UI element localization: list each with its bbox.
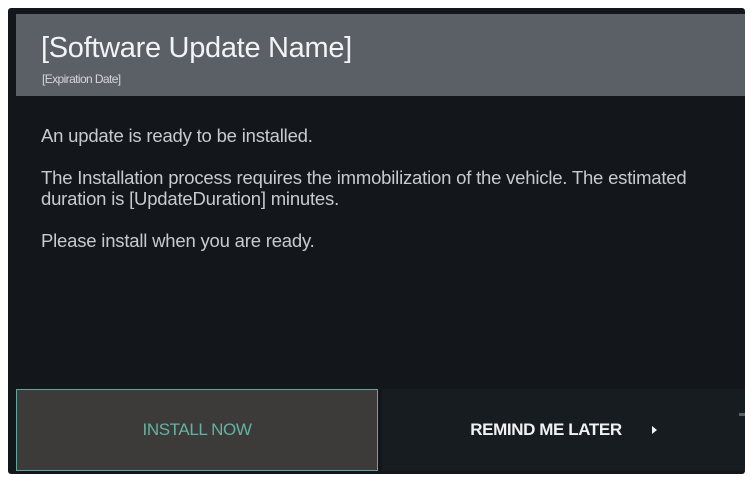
install-now-button[interactable]: INSTALL NOW <box>16 389 378 471</box>
dialog-message: An update is ready to be installed. The … <box>41 125 741 272</box>
install-now-label: INSTALL NOW <box>142 420 252 439</box>
message-process: The Installation process requires the im… <box>41 167 687 209</box>
edge-marker <box>739 413 745 416</box>
message-install-prompt: Please install when you are ready. <box>41 230 315 251</box>
dialog-header: [Software Update Name] [Expiration Date] <box>16 14 745 96</box>
update-dialog: [Software Update Name] [Expiration Date]… <box>8 8 745 474</box>
dialog-title: [Software Update Name] <box>41 32 352 64</box>
expiration-date: [Expiration Date] <box>42 72 121 86</box>
chevron-right-icon <box>651 426 657 434</box>
remind-me-later-label: REMIND ME LATER <box>470 420 622 439</box>
message-ready: An update is ready to be installed. <box>41 125 313 146</box>
dialog-footer: INSTALL NOW REMIND ME LATER <box>8 388 745 474</box>
remind-me-later-button[interactable]: REMIND ME LATER <box>382 389 745 471</box>
